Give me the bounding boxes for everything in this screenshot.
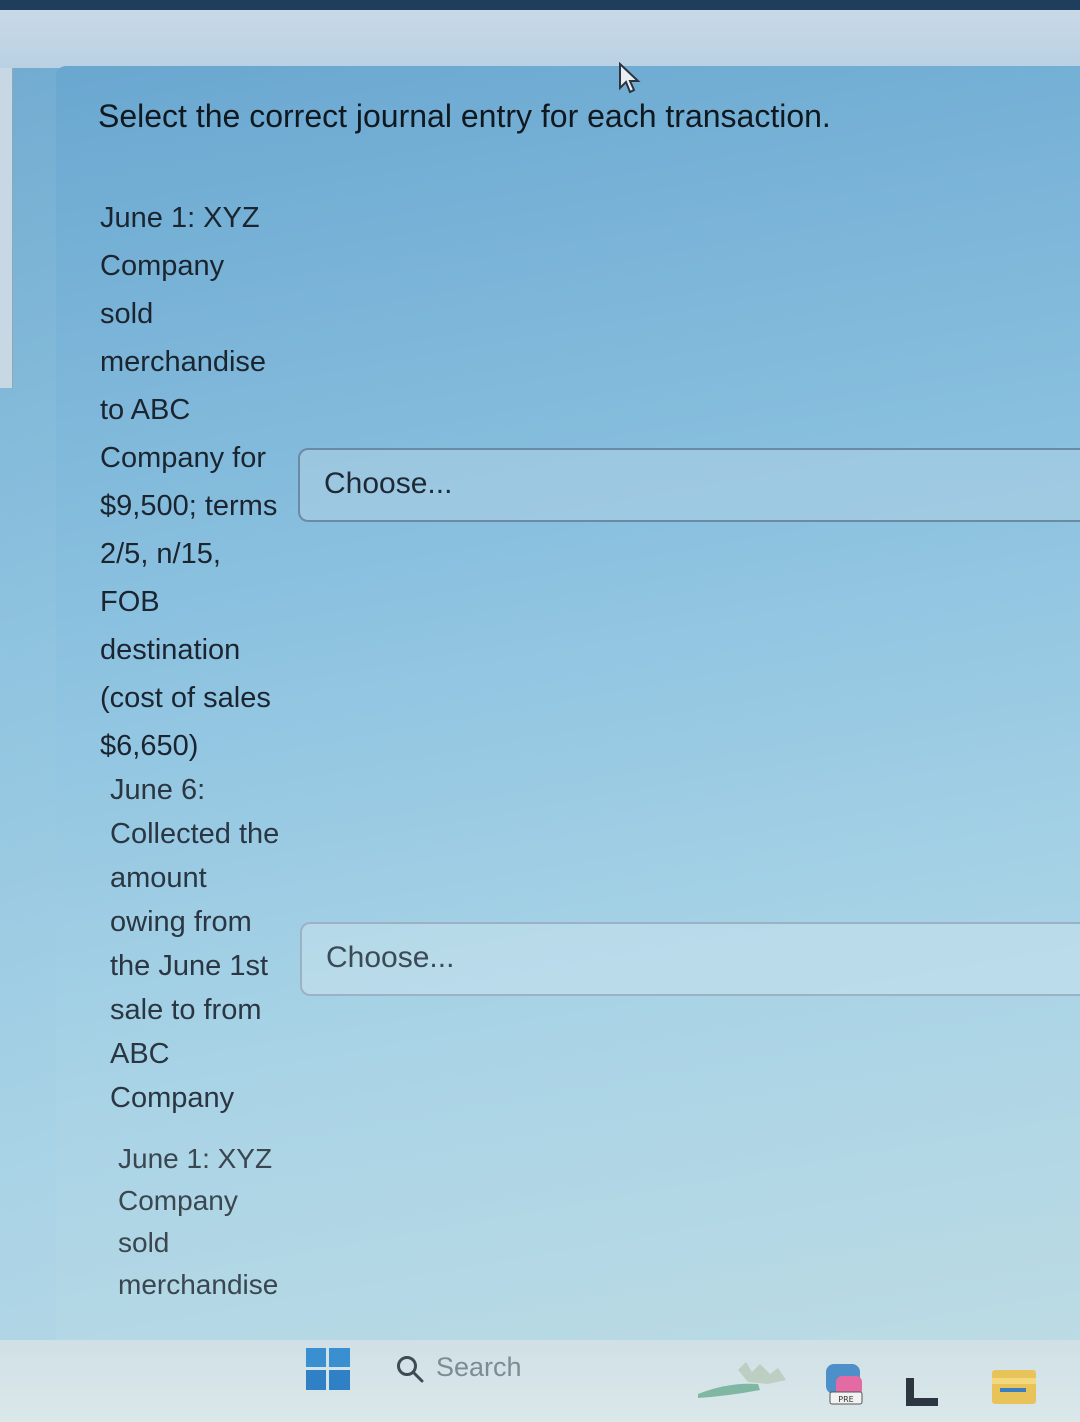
file-explorer-icon[interactable] [990, 1366, 1040, 1406]
widget-icon[interactable] [698, 1360, 790, 1400]
instruction-text: Select the correct journal entry for eac… [98, 98, 831, 134]
question-2-text: June 6: Collected the amount owing from … [110, 774, 280, 1114]
windows-start-icon[interactable] [306, 1348, 350, 1390]
mouse-cursor-icon [619, 62, 641, 94]
copilot-icon[interactable]: PRE [822, 1362, 866, 1408]
svg-text:PRE: PRE [838, 1395, 853, 1404]
browser-top-band [0, 10, 1080, 68]
taskbar-search[interactable]: Search [396, 1352, 522, 1392]
question-1-text: June 1: XYZ Company sold merchandise to … [100, 202, 278, 762]
question-3-text: June 1: XYZ Company sold merchandise [118, 1143, 279, 1300]
left-scroll-rail[interactable] [0, 68, 13, 388]
search-placeholder: Search [436, 1352, 522, 1382]
question-2-select[interactable]: Choose... [300, 922, 1080, 996]
app-icon[interactable] [902, 1376, 942, 1408]
top-strip [0, 0, 1080, 10]
search-icon [397, 1355, 424, 1383]
question-1-select[interactable]: Choose... [298, 448, 1080, 522]
